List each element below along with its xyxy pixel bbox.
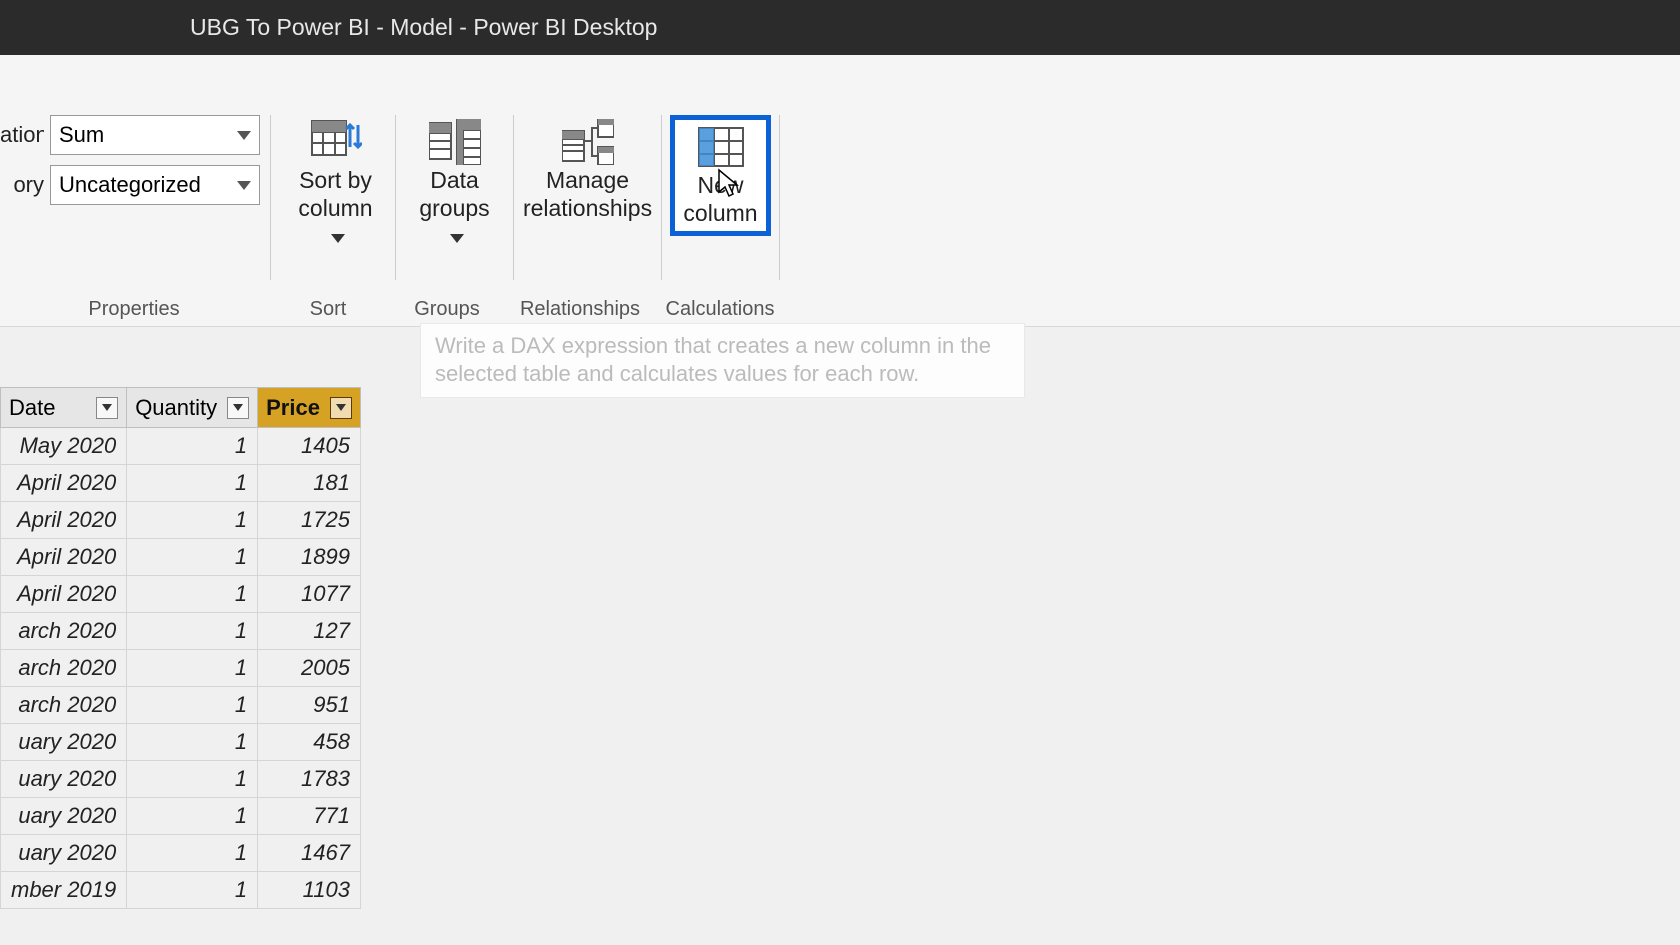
- data-groups-icon: [429, 119, 481, 165]
- table-row[interactable]: April 202011725: [1, 502, 361, 539]
- filter-button-price[interactable]: [330, 397, 352, 419]
- cell-quantity[interactable]: 1: [127, 724, 258, 761]
- cell-quantity[interactable]: 1: [127, 798, 258, 835]
- cell-price[interactable]: 1783: [258, 761, 361, 798]
- sort-icon: [310, 119, 362, 165]
- cell-price[interactable]: 458: [258, 724, 361, 761]
- manage-relationships-button[interactable]: Manage relationships: [515, 115, 660, 226]
- cell-date[interactable]: April 2020: [1, 539, 127, 576]
- table-row[interactable]: uary 202011467: [1, 835, 361, 872]
- table-row[interactable]: April 202011077: [1, 576, 361, 613]
- category-select[interactable]: Uncategorized: [50, 165, 260, 205]
- ribbon-group-labels: Properties Sort Groups Relationships Cal…: [0, 298, 1680, 321]
- cell-quantity[interactable]: 1: [127, 502, 258, 539]
- table-row[interactable]: April 202011899: [1, 539, 361, 576]
- column-header-price[interactable]: Price: [258, 388, 361, 428]
- cell-date[interactable]: April 2020: [1, 576, 127, 613]
- cell-quantity[interactable]: 1: [127, 650, 258, 687]
- cell-date[interactable]: April 2020: [1, 502, 127, 539]
- cell-date[interactable]: April 2020: [1, 465, 127, 502]
- data-groups-button[interactable]: Data groups: [406, 115, 503, 254]
- cell-price[interactable]: 771: [258, 798, 361, 835]
- category-label: ory: [0, 172, 44, 198]
- sort-button-label: Sort by column: [294, 167, 377, 250]
- cell-quantity[interactable]: 1: [127, 872, 258, 909]
- cell-price[interactable]: 127: [258, 613, 361, 650]
- aggregation-label: ation: [0, 122, 44, 148]
- table-row[interactable]: arch 20201127: [1, 613, 361, 650]
- cell-price[interactable]: 181: [258, 465, 361, 502]
- chevron-down-icon: [237, 181, 251, 190]
- cell-quantity[interactable]: 1: [127, 761, 258, 798]
- filter-button-quantity[interactable]: [227, 397, 249, 419]
- column-header-date[interactable]: Date: [1, 388, 127, 428]
- cell-quantity[interactable]: 1: [127, 539, 258, 576]
- cell-price[interactable]: 1077: [258, 576, 361, 613]
- table-row[interactable]: April 20201181: [1, 465, 361, 502]
- table-row[interactable]: uary 20201458: [1, 724, 361, 761]
- cell-date[interactable]: May 2020: [1, 428, 127, 465]
- relationships-icon: [562, 119, 614, 165]
- table-row[interactable]: May 202011405: [1, 428, 361, 465]
- sort-by-column-button[interactable]: Sort by column: [286, 115, 385, 254]
- cell-price[interactable]: 2005: [258, 650, 361, 687]
- cell-price[interactable]: 1467: [258, 835, 361, 872]
- new-column-button[interactable]: New column: [670, 115, 770, 236]
- cell-quantity[interactable]: 1: [127, 465, 258, 502]
- chevron-down-icon: [237, 131, 251, 140]
- column-header-quantity[interactable]: Quantity: [127, 388, 258, 428]
- cell-price[interactable]: 1899: [258, 539, 361, 576]
- cell-price[interactable]: 1725: [258, 502, 361, 539]
- cell-date[interactable]: uary 2020: [1, 835, 127, 872]
- cell-date[interactable]: uary 2020: [1, 798, 127, 835]
- calculations-group: New column: [662, 115, 780, 280]
- table-row[interactable]: uary 20201771: [1, 798, 361, 835]
- manage-relationships-label: Manage relationships: [523, 167, 652, 222]
- data-grid-area: Date Quantity Price: [0, 327, 1680, 909]
- new-column-label: New column: [683, 172, 757, 227]
- window-title: UBG To Power BI - Model - Power BI Deskt…: [190, 14, 657, 41]
- groups-group: Data groups: [396, 115, 514, 280]
- cell-date[interactable]: arch 2020: [1, 613, 127, 650]
- cell-price[interactable]: 1405: [258, 428, 361, 465]
- cell-date[interactable]: uary 2020: [1, 761, 127, 798]
- table-row[interactable]: arch 20201951: [1, 687, 361, 724]
- table-row[interactable]: arch 202012005: [1, 650, 361, 687]
- new-column-tooltip: Write a DAX expression that creates a ne…: [420, 323, 1025, 398]
- cell-price[interactable]: 1103: [258, 872, 361, 909]
- category-value: Uncategorized: [59, 172, 201, 198]
- cell-date[interactable]: uary 2020: [1, 724, 127, 761]
- table-row[interactable]: uary 202011783: [1, 761, 361, 798]
- cell-date[interactable]: arch 2020: [1, 687, 127, 724]
- new-column-icon: [695, 124, 747, 170]
- cell-quantity[interactable]: 1: [127, 687, 258, 724]
- data-table: Date Quantity Price: [0, 387, 361, 909]
- aggregation-select[interactable]: Sum: [50, 115, 260, 155]
- cell-quantity[interactable]: 1: [127, 576, 258, 613]
- aggregation-value: Sum: [59, 122, 104, 148]
- table-row[interactable]: mber 201911103: [1, 872, 361, 909]
- cell-price[interactable]: 951: [258, 687, 361, 724]
- sort-group: Sort by column: [276, 115, 396, 280]
- relationships-group: Manage relationships: [514, 115, 662, 280]
- cell-quantity[interactable]: 1: [127, 428, 258, 465]
- cell-date[interactable]: mber 2019: [1, 872, 127, 909]
- ribbon: ation Sum ory Uncategorized: [0, 55, 1680, 327]
- cell-quantity[interactable]: 1: [127, 613, 258, 650]
- filter-button-date[interactable]: [96, 397, 118, 419]
- cell-quantity[interactable]: 1: [127, 835, 258, 872]
- title-bar: UBG To Power BI - Model - Power BI Deskt…: [0, 0, 1680, 55]
- data-groups-label: Data groups: [414, 167, 495, 250]
- properties-group: ation Sum ory Uncategorized: [0, 115, 271, 280]
- cell-date[interactable]: arch 2020: [1, 650, 127, 687]
